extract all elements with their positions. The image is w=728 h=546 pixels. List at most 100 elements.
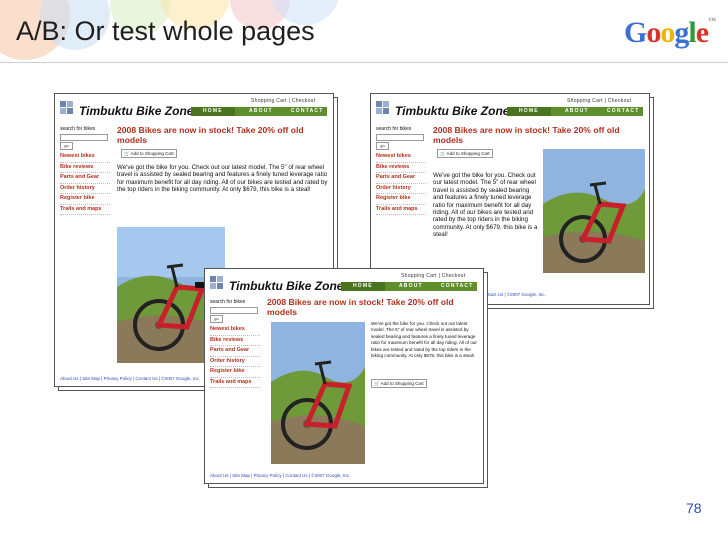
separator: |: [438, 273, 441, 279]
page-variant-c: Timbuktu Bike Zone Shopping Cart | Check…: [204, 268, 484, 484]
google-logo-letter: e: [695, 16, 709, 49]
nav-tabs-bar: HOME ABOUT CONTACT: [341, 282, 477, 291]
shopping-cart-link[interactable]: Shopping Cart: [567, 98, 603, 104]
sidebar-item[interactable]: Bike reviews: [210, 336, 260, 346]
sidebar-item[interactable]: Trails and maps: [376, 205, 426, 215]
google-logo-letter: o: [646, 16, 661, 49]
sidebar-nav: Newest bikes Bike reviews Parts and Gear…: [60, 152, 110, 215]
add-to-cart-label: Add to Shopping Cart: [446, 151, 490, 156]
footer-privacy-link[interactable]: Privacy Policy: [104, 376, 132, 381]
site-title: Timbuktu Bike Zone: [229, 279, 344, 293]
sidebar: search for bikes: [60, 126, 95, 132]
checkout-link[interactable]: Checkout: [442, 273, 466, 279]
google-logo-letter: g: [674, 16, 689, 49]
go-button[interactable]: go: [376, 142, 389, 150]
go-button[interactable]: go: [60, 142, 73, 150]
tab-home[interactable]: HOME: [353, 283, 373, 289]
footer: About Us | Site Map | Privacy Policy | C…: [60, 376, 201, 381]
nav-tabs-bar: HOME ABOUT CONTACT: [191, 107, 327, 116]
logo-squares-icon: [376, 101, 390, 115]
bike-photo: [271, 322, 365, 464]
separator: |: [288, 98, 291, 104]
tab-home[interactable]: HOME: [519, 108, 539, 114]
top-links: Shopping Cart | Checkout: [567, 98, 631, 104]
footer-about-link[interactable]: About Us: [60, 376, 79, 381]
footer-contact-link[interactable]: Contact Us: [285, 473, 307, 478]
sidebar-item[interactable]: Register bike: [210, 367, 260, 378]
google-logo: Google™: [624, 16, 716, 49]
search-label: search for bikes: [376, 126, 412, 132]
sidebar: search for bikes: [376, 126, 411, 132]
add-to-cart-button[interactable]: 🛒 Add to Shopping Cart: [371, 379, 427, 388]
sidebar: search for bikes: [210, 299, 245, 305]
google-logo-letter: o: [660, 16, 675, 49]
add-to-cart-label: Add to Shopping Cart: [380, 381, 424, 386]
tab-contact[interactable]: CONTACT: [441, 283, 473, 289]
tab-about[interactable]: ABOUT: [399, 283, 423, 289]
sidebar-item[interactable]: Register bike: [376, 194, 426, 205]
sidebar-item[interactable]: Newest bikes: [60, 152, 110, 163]
nav-tabs-bar: HOME ABOUT CONTACT: [507, 107, 643, 116]
search-label: search for bikes: [210, 299, 246, 305]
headline: 2008 Bikes are now in stock! Take 20% of…: [433, 125, 620, 145]
tab-home[interactable]: HOME: [203, 108, 223, 114]
headline: 2008 Bikes are now in stock! Take 20% of…: [117, 125, 304, 145]
google-logo-letter: G: [624, 16, 647, 49]
shopping-cart-link[interactable]: Shopping Cart: [251, 98, 287, 104]
logo-squares-icon: [60, 101, 74, 115]
sidebar-item[interactable]: Order history: [376, 184, 426, 194]
sidebar-item[interactable]: Order history: [60, 184, 110, 194]
site-title: Timbuktu Bike Zone: [395, 104, 510, 118]
product-description: We've got the bike for you. Check out ou…: [433, 172, 538, 239]
sidebar-item[interactable]: Register bike: [60, 194, 110, 205]
footer-copyright: ©2007 Google, Inc.: [506, 292, 546, 297]
footer-copyright: ©2007 Google, Inc.: [311, 473, 351, 478]
tab-about[interactable]: ABOUT: [249, 108, 273, 114]
sidebar-nav: Newest bikes Bike reviews Parts and Gear…: [376, 152, 426, 215]
sidebar-item[interactable]: Bike reviews: [376, 163, 426, 173]
tab-contact[interactable]: CONTACT: [291, 108, 323, 114]
tab-contact[interactable]: CONTACT: [607, 108, 639, 114]
add-to-cart-button[interactable]: 🛒 Add to Shopping Cart: [121, 149, 177, 158]
tab-about[interactable]: ABOUT: [565, 108, 589, 114]
sidebar-item[interactable]: Newest bikes: [210, 325, 260, 336]
sidebar-item[interactable]: Newest bikes: [376, 152, 426, 163]
add-to-cart-label: Add to Shopping Cart: [130, 151, 174, 156]
footer-sitemap-link[interactable]: Site Map: [82, 376, 100, 381]
product-description: We've got the bike for you. Check out ou…: [117, 164, 328, 194]
logo-squares-icon: [210, 276, 224, 290]
sidebar-item[interactable]: Trails and maps: [210, 378, 260, 388]
footer-privacy-link[interactable]: Privacy Policy: [254, 473, 282, 478]
page-number: 78: [686, 500, 702, 516]
sidebar-item[interactable]: Parts and Gear: [210, 346, 260, 357]
title-divider: [0, 62, 728, 63]
top-links: Shopping Cart | Checkout: [401, 273, 465, 279]
footer-contact-link[interactable]: Contact Us: [135, 376, 157, 381]
footer-contact-link[interactable]: Contact Us: [481, 292, 503, 297]
sidebar-item[interactable]: Order history: [210, 357, 260, 367]
search-input[interactable]: [376, 134, 424, 141]
separator: |: [604, 98, 607, 104]
top-links: Shopping Cart | Checkout: [251, 98, 315, 104]
footer-sitemap-link[interactable]: Site Map: [232, 473, 250, 478]
footer-about-link[interactable]: About Us: [210, 473, 229, 478]
footer: About Us | Site Map | Privacy Policy | C…: [210, 473, 351, 478]
sidebar-item[interactable]: Parts and Gear: [60, 173, 110, 184]
checkout-link[interactable]: Checkout: [292, 98, 316, 104]
site-title: Timbuktu Bike Zone: [79, 104, 194, 118]
sidebar-item[interactable]: Trails and maps: [60, 205, 110, 215]
search-input[interactable]: [210, 307, 258, 314]
product-description: We've got the bike for you. Check out ou…: [371, 321, 477, 359]
sidebar-item[interactable]: Parts and Gear: [376, 173, 426, 184]
shopping-cart-link[interactable]: Shopping Cart: [401, 273, 437, 279]
checkout-link[interactable]: Checkout: [608, 98, 632, 104]
headline: 2008 Bikes are now in stock! Take 20% of…: [267, 297, 454, 317]
search-input[interactable]: [60, 134, 108, 141]
go-button[interactable]: go: [210, 315, 223, 323]
slide-title: A/B: Or test whole pages: [16, 16, 315, 46]
footer-copyright: ©2007 Google, Inc.: [161, 376, 201, 381]
bike-photo: [543, 149, 645, 273]
add-to-cart-button[interactable]: 🛒 Add to Shopping Cart: [437, 149, 493, 158]
sidebar-nav: Newest bikes Bike reviews Parts and Gear…: [210, 325, 260, 388]
sidebar-item[interactable]: Bike reviews: [60, 163, 110, 173]
